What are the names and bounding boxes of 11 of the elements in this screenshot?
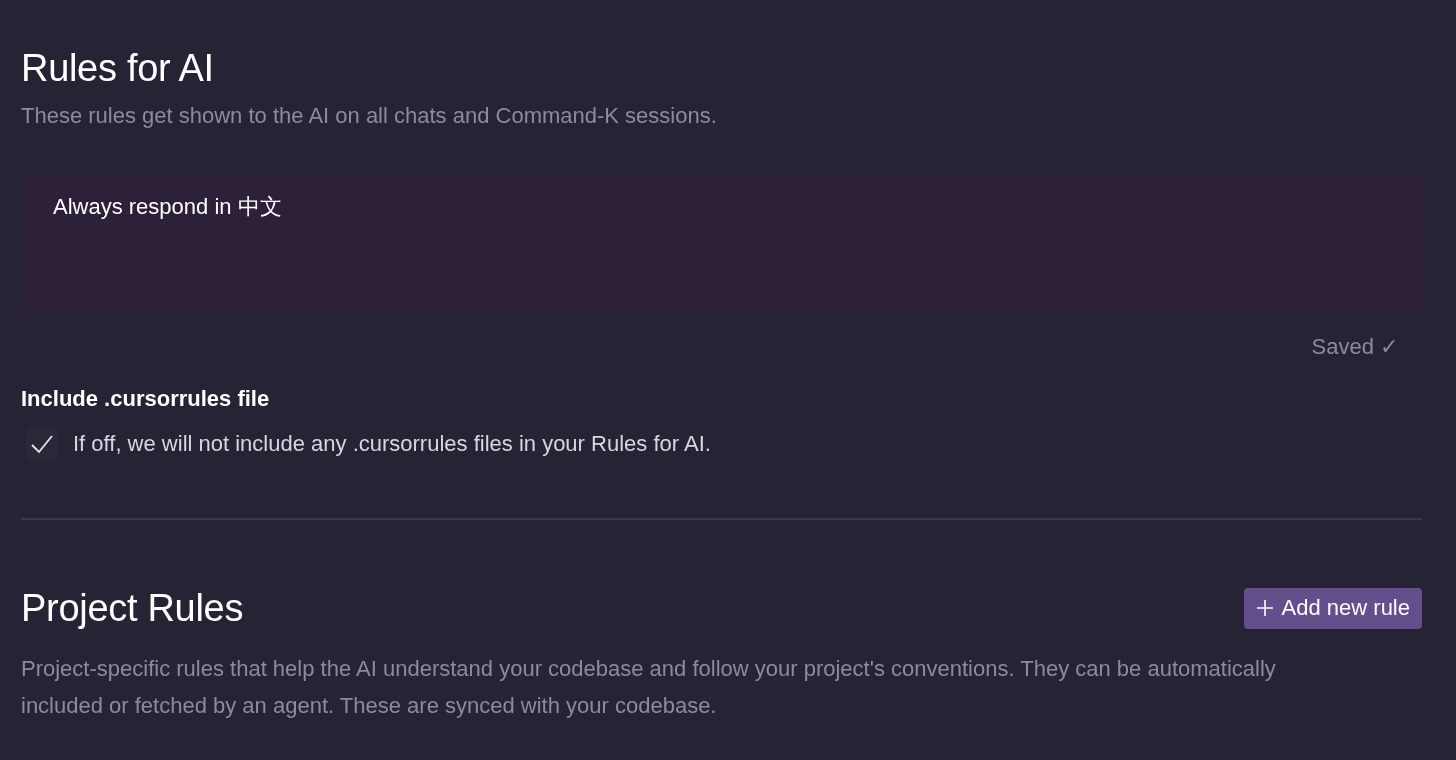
section-title: Rules for AI bbox=[21, 46, 215, 91]
section-title: Project Rules bbox=[21, 586, 244, 631]
setting-label: Include .cursorrules file bbox=[21, 385, 271, 413]
rules-field[interactable]: Always respond in 中文 bbox=[21, 173, 1422, 313]
section-description: Project-specific rules that help the AI understand your codebase and follow your project's conventions. They can be automatically included or fetched by an agent. These are synced with your codebase. bbox=[21, 655, 1277, 720]
save-status: Saved ✓ bbox=[1311, 333, 1398, 361]
plus-icon bbox=[1255, 599, 1274, 617]
section-subtitle: These rules get shown to the AI on all chats and Command-K sessions. bbox=[21, 102, 718, 130]
setting-description: If off, we will not include any .cursorrules files in your Rules for AI. bbox=[73, 430, 711, 458]
checkbox[interactable] bbox=[26, 428, 58, 460]
add-rule-button[interactable]: Add new rule bbox=[1243, 587, 1422, 629]
